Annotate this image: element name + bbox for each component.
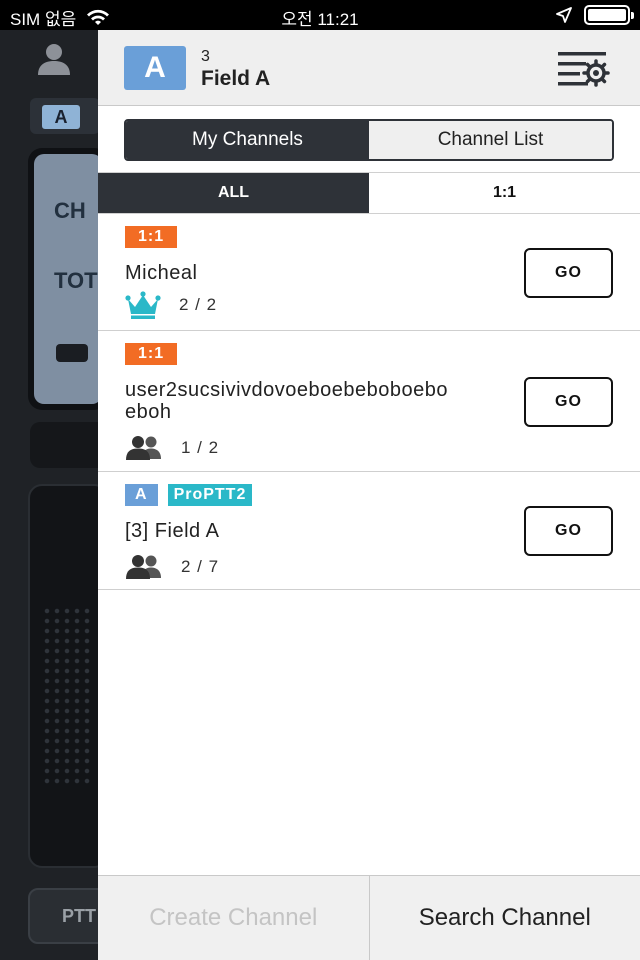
voicemail-icon [56, 344, 88, 362]
list-settings-icon[interactable] [556, 48, 610, 88]
filter-tabs: ALL 1:1 [98, 172, 640, 214]
channel-row-name: user2sucsivivdovoeboebeboboebo eboh [125, 379, 449, 423]
background-app: A CH TOT PTT [0, 30, 98, 960]
background-channel-badge[interactable]: A [30, 98, 98, 134]
channel-segmented-control: My Channels Channel List [124, 119, 614, 161]
drawer-header: A 3 Field A [98, 30, 640, 106]
go-button[interactable]: GO [524, 248, 613, 298]
channel-row[interactable]: 1:1 user2sucsivivdovoeboebeboboebo eboh … [98, 331, 640, 472]
group-tag: A [125, 484, 158, 506]
go-button[interactable]: GO [524, 377, 613, 427]
type-tag: 1:1 [125, 343, 178, 365]
bottom-action-bar: Create Channel Search Channel [98, 875, 640, 960]
channel-badge: A [124, 46, 186, 90]
tab-channel-list[interactable]: Channel List [369, 121, 612, 159]
users-icon [126, 555, 161, 579]
channel-row[interactable]: 1:1 Micheal 2 / 2 GO [98, 214, 640, 331]
channel-drawer: A 3 Field A My Channels Channel List ALL… [98, 30, 640, 960]
channel-row-name: [3] Field A [125, 520, 220, 542]
channel-row-name: Micheal [125, 262, 198, 284]
type-tag: 1:1 [125, 226, 178, 248]
location-arrow-icon [556, 7, 572, 23]
member-count: 2 / 7 [181, 557, 220, 576]
users-icon [126, 436, 161, 460]
channel-row[interactable]: A ProPTT2 [3] Field A 2 / 7 GO [98, 472, 640, 590]
server-tag: ProPTT2 [167, 484, 253, 506]
go-button[interactable]: GO [524, 506, 613, 556]
background-ptt-button[interactable]: PTT [28, 888, 98, 944]
filter-all[interactable]: ALL [98, 173, 369, 213]
background-panel-text-1: CH [54, 198, 86, 223]
search-channel-button[interactable]: Search Channel [370, 876, 640, 960]
background-display-panel: CH TOT [28, 148, 98, 410]
channel-list: 1:1 Micheal 2 / 2 GO 1:1 user2sucsivivdo… [98, 214, 640, 590]
background-speaker [28, 484, 98, 868]
filter-one-to-one[interactable]: 1:1 [369, 173, 640, 213]
member-count: 2 / 2 [179, 295, 218, 314]
member-count: 1 / 2 [181, 438, 220, 457]
crown-icon [125, 291, 161, 319]
status-bar: SIM 없음 오전 11:21 [0, 0, 640, 30]
channel-number: 3 [201, 48, 210, 65]
tab-my-channels[interactable]: My Channels [126, 121, 369, 159]
create-channel-button[interactable]: Create Channel [98, 876, 370, 960]
channel-name: Field A [201, 67, 271, 90]
background-panel-text-2: TOT [54, 268, 98, 293]
clock: 오전 11:21 [281, 10, 359, 29]
battery-icon [584, 5, 634, 25]
background-bar [30, 422, 98, 468]
user-icon[interactable] [36, 42, 72, 76]
